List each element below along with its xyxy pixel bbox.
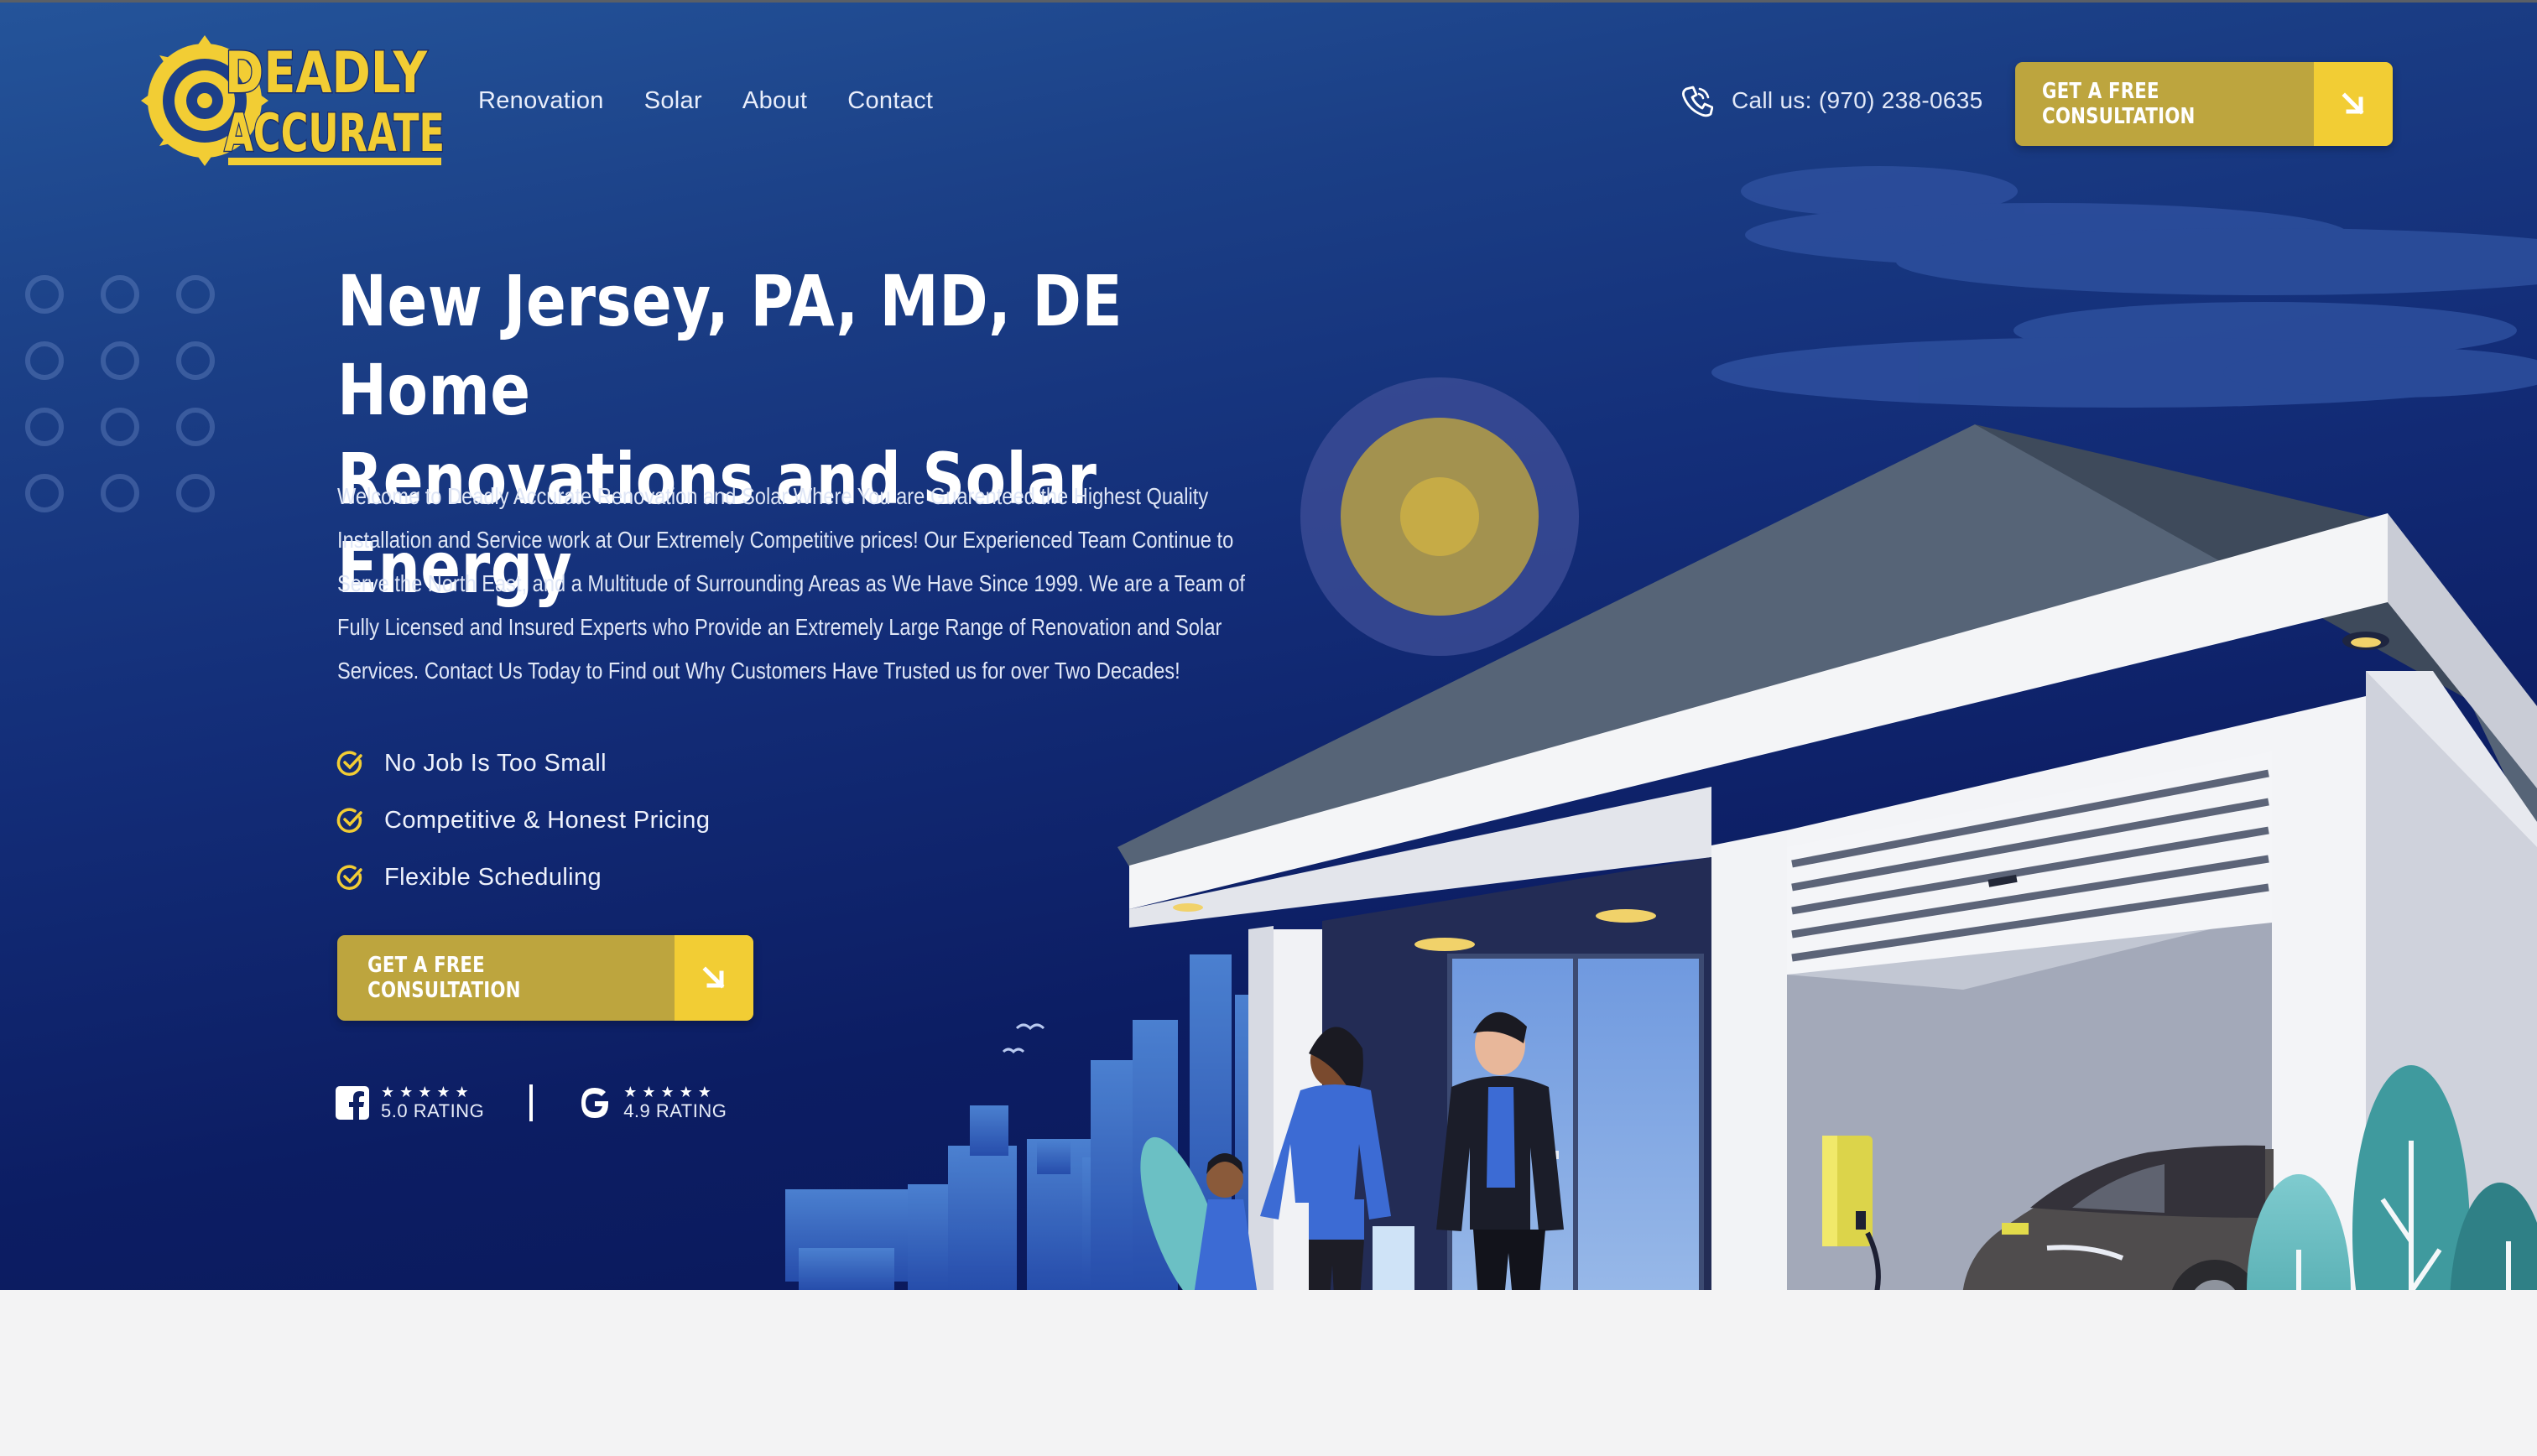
feature-item: No Job Is Too Small (336, 735, 710, 792)
google-rating[interactable]: ★★★★★ 4.9 RATING (578, 1084, 727, 1122)
page-footer-strip (0, 1290, 2537, 1456)
hero-cta-label: GET A FREE CONSULTATION (367, 953, 521, 1003)
nav-about[interactable]: About (742, 87, 807, 115)
check-circle-icon (336, 751, 362, 776)
nav-renovation[interactable]: Renovation (478, 87, 604, 115)
header-cta-label: GET A FREE CONSULTATION (2042, 79, 2196, 129)
header-consultation-button[interactable]: GET A FREE CONSULTATION (2015, 62, 2393, 146)
check-circle-icon (336, 808, 362, 833)
main-nav: Renovation Solar About Contact (478, 87, 933, 115)
top-border (0, 0, 2537, 3)
feature-list: No Job Is Too Small Competitive & Honest… (336, 735, 710, 906)
ev-charger (1822, 1136, 1881, 1290)
rating-label: 4.9 RATING (623, 1100, 727, 1121)
phone-icon (1682, 86, 1713, 117)
rating-stars: ★★★★★ (623, 1084, 716, 1100)
arrow-down-right-icon (2314, 62, 2393, 146)
svg-text:ACCURATE: ACCURATE (224, 103, 443, 164)
nav-solar[interactable]: Solar (644, 87, 702, 115)
intro-paragraph: Welcome to Deadly Accurate Renovation an… (337, 483, 1245, 684)
title-line-1: New Jersey, PA, MD, DE Home (337, 260, 1123, 431)
feature-item: Flexible Scheduling (336, 849, 710, 906)
arrow-down-right-icon (675, 935, 753, 1021)
ratings-bar: ★★★★★ 5.0 RATING ★★★★★ 4.9 RATING (336, 1084, 727, 1122)
house (1117, 424, 2537, 1290)
rating-label: 5.0 RATING (381, 1100, 485, 1121)
moon-icon (1300, 377, 1579, 656)
check-circle-icon (336, 865, 362, 890)
facebook-rating[interactable]: ★★★★★ 5.0 RATING (336, 1084, 484, 1122)
call-text: Call us: (970) 238-0635 (1732, 87, 1983, 113)
electric-car (1962, 1145, 2274, 1290)
google-icon (581, 1088, 609, 1118)
nav-contact[interactable]: Contact (847, 87, 933, 115)
feature-label: Competitive & Honest Pricing (384, 806, 711, 834)
svg-text:DEADLY: DEADLY (225, 39, 428, 107)
trees (1140, 1065, 2537, 1290)
family-people (1194, 1011, 1564, 1290)
feature-item: Competitive & Honest Pricing (336, 792, 710, 849)
garage-door (1787, 751, 2272, 975)
city-skyline (785, 954, 1450, 1290)
rating-stars: ★★★★★ (381, 1084, 474, 1100)
clouds (1711, 166, 2537, 408)
feature-label: No Job Is Too Small (384, 749, 607, 777)
hero-section: DEADLY ACCURATE Renovation Solar About C… (0, 0, 2537, 1290)
feature-label: Flexible Scheduling (384, 863, 602, 891)
dot-grid-decoration (25, 275, 215, 512)
ratings-divider (529, 1084, 534, 1121)
hero-consultation-button[interactable]: GET A FREE CONSULTATION (337, 935, 753, 1021)
birds (1002, 1023, 1045, 1054)
call-link[interactable]: Call us: (970) 238-0635 (1680, 84, 1983, 117)
deadly-accurate-logo[interactable]: DEADLY ACCURATE (141, 29, 443, 173)
facebook-icon (336, 1086, 369, 1120)
